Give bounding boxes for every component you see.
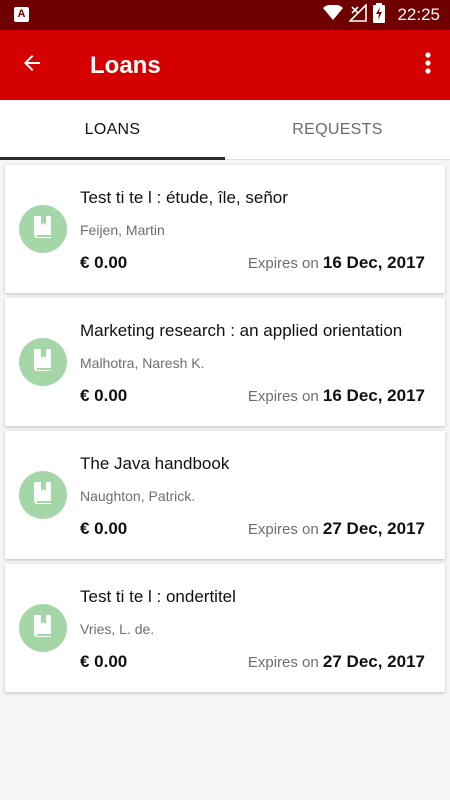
loan-title: The Java handbook xyxy=(80,454,230,473)
loan-card[interactable]: Test ti te l : ondertitel Vries, L. de. … xyxy=(5,564,445,692)
book-avatar xyxy=(19,205,67,253)
overflow-menu-button[interactable] xyxy=(414,47,442,83)
expiry-date: 16 Dec, 2017 xyxy=(322,386,425,405)
expiry-date: 16 Dec, 2017 xyxy=(322,253,425,272)
more-vert-icon xyxy=(425,51,431,79)
loan-expiry: Expires on 27 Dec, 2017 xyxy=(248,519,425,539)
tab-loans[interactable]: LOANS xyxy=(0,100,225,160)
book-icon xyxy=(32,215,54,244)
tab-requests[interactable]: REQUESTS xyxy=(225,100,450,160)
expiry-label: Expires on xyxy=(247,521,319,538)
loan-fee: € 0.00 xyxy=(80,652,128,671)
book-avatar xyxy=(19,471,67,519)
loan-card[interactable]: Marketing research : an applied orientat… xyxy=(5,298,445,426)
arrow-left-icon xyxy=(20,51,44,80)
loan-expiry: Expires on 16 Dec, 2017 xyxy=(248,386,425,406)
back-button[interactable] xyxy=(14,47,50,83)
loan-fee: € 0.00 xyxy=(80,386,128,405)
loan-expiry: Expires on 27 Dec, 2017 xyxy=(248,652,425,672)
app-notification-icon: A xyxy=(14,7,29,22)
loan-fee: € 0.00 xyxy=(80,519,128,538)
book-avatar xyxy=(19,338,67,386)
book-icon xyxy=(32,614,54,643)
expiry-label: Expires on xyxy=(247,654,319,671)
loan-card[interactable]: Test ti te l : étude, île, señor Feijen,… xyxy=(5,165,445,293)
battery-charging-icon xyxy=(373,2,386,28)
loan-author: Malhotra, Naresh K. xyxy=(80,355,205,371)
loan-card[interactable]: The Java handbook Naughton, Patrick. € 0… xyxy=(5,431,445,559)
expiry-label: Expires on xyxy=(247,388,319,405)
loan-expiry: Expires on 16 Dec, 2017 xyxy=(248,253,425,273)
expiry-date: 27 Dec, 2017 xyxy=(322,652,425,671)
status-time: 22:25 xyxy=(397,5,440,24)
loan-fee: € 0.00 xyxy=(80,253,128,272)
tab-bar: LOANS REQUESTS xyxy=(0,100,450,160)
wifi-icon xyxy=(323,3,344,26)
status-bar: A 22:25 xyxy=(0,0,450,30)
tab-indicator xyxy=(0,157,225,160)
book-avatar xyxy=(19,604,67,652)
status-icons: 22:25 xyxy=(323,0,440,30)
expiry-date: 27 Dec, 2017 xyxy=(322,519,425,538)
book-icon xyxy=(32,481,54,510)
loan-title: Test ti te l : ondertitel xyxy=(80,587,236,606)
loan-title: Test ti te l : étude, île, señor xyxy=(80,188,288,207)
page-title: Loans xyxy=(90,52,161,79)
signal-icon xyxy=(348,2,368,27)
loan-author: Vries, L. de. xyxy=(80,621,155,637)
book-icon xyxy=(32,348,54,377)
loan-title: Marketing research : an applied orientat… xyxy=(80,321,403,340)
loan-author: Naughton, Patrick. xyxy=(80,488,196,504)
app-bar: Loans xyxy=(0,30,450,100)
expiry-label: Expires on xyxy=(247,255,319,272)
loan-author: Feijen, Martin xyxy=(80,222,165,238)
